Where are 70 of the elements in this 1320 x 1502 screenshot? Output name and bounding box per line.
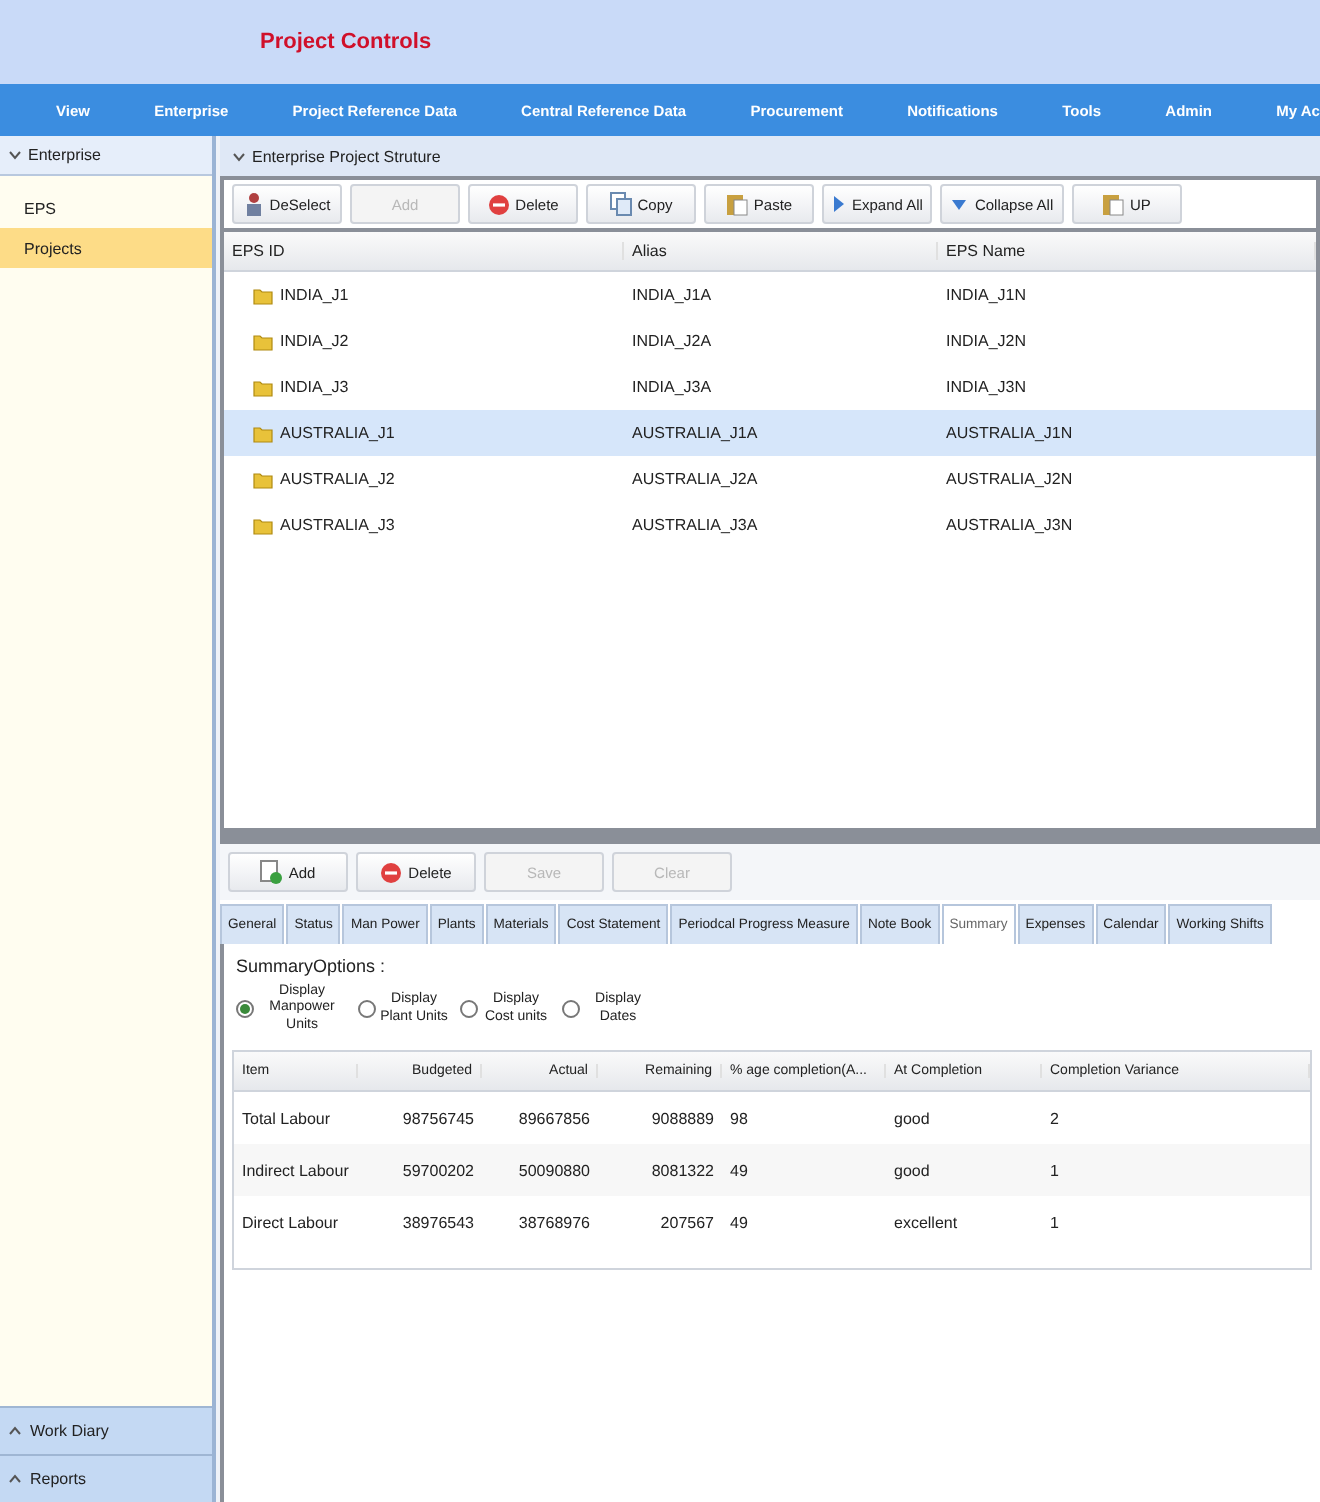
- table-cell: 9088889: [651, 1109, 714, 1128]
- table-cell: AUSTRALIA_J2: [280, 470, 395, 488]
- table-cell: good: [894, 1161, 930, 1180]
- app-title: Project Controls: [260, 30, 432, 54]
- sidebar-item[interactable]: Projects: [0, 228, 212, 268]
- folder-icon: [252, 284, 274, 306]
- person-icon: [243, 192, 264, 216]
- table-cell: AUSTRALIA_J2N: [946, 470, 1073, 488]
- table-cell: INDIA_J2N: [946, 332, 1027, 350]
- table-cell: INDIA_J1A: [632, 286, 712, 304]
- chevron-up-icon[interactable]: [8, 1426, 22, 1436]
- table-cell: 98: [730, 1109, 748, 1128]
- table-cell: INDIA_J3: [280, 378, 349, 396]
- clipboard-icon: [725, 192, 748, 216]
- panel-title: Enterprise Project Struture: [252, 147, 441, 165]
- sidebar-section-title[interactable]: Reports: [30, 1470, 87, 1488]
- table-cell: INDIA_J3N: [946, 378, 1027, 396]
- delete-icon: [380, 861, 403, 883]
- table-cell: 98756745: [402, 1109, 474, 1128]
- table-cell: good: [894, 1109, 930, 1128]
- table-cell: Direct Labour: [242, 1213, 339, 1232]
- chevron-up-icon[interactable]: [8, 1474, 22, 1484]
- table-cell: 2: [1050, 1109, 1059, 1128]
- table-cell: 49: [730, 1161, 748, 1180]
- folder-icon: [252, 330, 274, 352]
- table-cell: AUSTRALIA_J2A: [632, 470, 758, 488]
- triangle-down-icon: [950, 197, 969, 211]
- table-cell: INDIA_J1: [280, 286, 349, 304]
- table-cell: INDIA_J1N: [946, 286, 1027, 304]
- folder-icon: [252, 422, 274, 444]
- add-document-icon: [260, 860, 283, 884]
- column-header[interactable]: Alias: [624, 242, 938, 260]
- options-label: SummaryOptions :: [236, 956, 388, 976]
- table-cell: 38976543: [402, 1213, 474, 1232]
- table-row[interactable]: AUSTRALIA_J1 AUSTRALIA_J1A AUSTRALIA_J1N: [224, 410, 1316, 456]
- table-cell: 1: [1050, 1161, 1059, 1180]
- table-cell: 38768976: [518, 1213, 590, 1232]
- table-cell: excellent: [894, 1213, 958, 1232]
- table-cell: AUSTRALIA_J3N: [946, 516, 1073, 534]
- clipboard-icon: [1101, 192, 1124, 216]
- table-cell: AUSTRALIA_J3A: [632, 516, 758, 534]
- table-cell: Indirect Labour: [242, 1161, 349, 1180]
- sidebar-item[interactable]: EPS: [0, 188, 212, 228]
- table-cell: INDIA_J2A: [632, 332, 712, 350]
- table-cell: Total Labour: [242, 1109, 331, 1128]
- table-cell: AUSTRALIA_J3: [280, 516, 395, 534]
- sidebar-section-title[interactable]: Work Diary: [30, 1422, 109, 1440]
- table-cell: 207567: [660, 1213, 714, 1232]
- sidebar-section-title: Enterprise: [28, 146, 101, 164]
- table-cell: INDIA_J2: [280, 332, 349, 350]
- delete-icon: [487, 193, 510, 215]
- column-header[interactable]: EPS Name: [938, 242, 1316, 260]
- column-header[interactable]: EPS ID: [224, 242, 624, 260]
- table-cell: 1: [1050, 1213, 1059, 1232]
- table-cell: 50090880: [518, 1161, 590, 1180]
- table-cell: 89667856: [518, 1109, 590, 1128]
- table-cell: AUSTRALIA_J1A: [632, 424, 758, 442]
- table-cell: 8081322: [651, 1161, 714, 1180]
- table-cell: INDIA_J3A: [632, 378, 712, 396]
- folder-icon: [252, 468, 274, 490]
- table-cell: AUSTRALIA_J1: [280, 424, 395, 442]
- chevron-down-icon[interactable]: [232, 151, 246, 161]
- chevron-down-icon[interactable]: [8, 150, 22, 160]
- folder-icon: [252, 376, 274, 398]
- folder-icon: [252, 514, 274, 536]
- triangle-right-icon: [832, 194, 846, 214]
- table-cell: 59700202: [402, 1161, 474, 1180]
- table-cell: 49: [730, 1213, 748, 1232]
- table-cell: AUSTRALIA_J1N: [946, 424, 1073, 442]
- copy-icon: [609, 192, 632, 216]
